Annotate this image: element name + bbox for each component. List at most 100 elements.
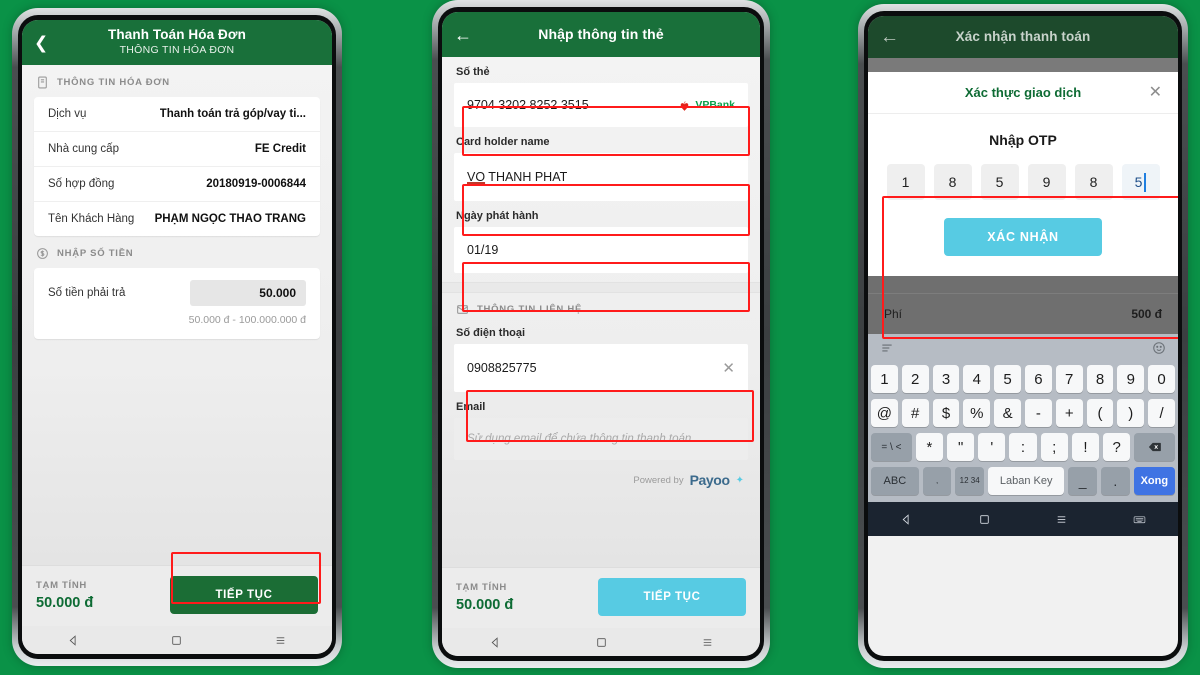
otp-digit-2[interactable]: 8 [933, 164, 972, 200]
phone-mockup-2: ← Nhập thông tin thẻ Số thẻ 9704 3202 82… [432, 0, 770, 668]
key-symbols-toggle[interactable]: = \ < [871, 433, 912, 461]
issue-date-field[interactable]: 01/19 [454, 227, 748, 273]
keyboard-row-3: = \ < * " ' : ; ! ? [868, 430, 1178, 464]
key-hash[interactable]: # [901, 399, 929, 427]
keyboard-row-2: @ # $ % & - + ( ) / [868, 396, 1178, 430]
key-colon[interactable]: : [1009, 433, 1037, 461]
arrow-left-icon[interactable]: ← [880, 28, 899, 47]
phone1-bezel: ❮ Thanh Toán Hóa Đơn THÔNG TIN HÓA ĐƠN T… [18, 15, 336, 659]
confirm-otp-button[interactable]: XÁC NHẬN [944, 218, 1102, 256]
chevron-left-icon[interactable]: ❮ [34, 34, 48, 51]
row-label: Tên Khách Hàng [48, 213, 135, 225]
card-number-field[interactable]: 9704 3202 8252 3515 VPBank [454, 83, 748, 127]
key-numeric-switch[interactable]: 12 34 [955, 467, 985, 495]
section-label-amount: NHẬP SỐ TIỀN [57, 248, 134, 259]
back-triangle-icon[interactable] [489, 636, 502, 649]
otp-dialog-header: Xác thực giao dịch ✕ [868, 72, 1178, 114]
fee-label: Phí [884, 307, 903, 321]
home-square-icon[interactable] [170, 634, 183, 647]
key-question[interactable]: ? [1103, 433, 1131, 461]
key-9[interactable]: 9 [1117, 365, 1145, 393]
close-x-icon[interactable]: ✕ [1149, 84, 1162, 101]
subtotal-amount: 50.000 đ [456, 596, 514, 613]
otp-heading: Nhập OTP [989, 132, 1057, 148]
recents-lines-icon[interactable] [1055, 513, 1068, 526]
home-square-icon[interactable] [595, 636, 608, 649]
phone2-screen: ← Nhập thông tin thẻ Số thẻ 9704 3202 82… [442, 12, 760, 656]
card-holder-value: VO THANH PHAT [467, 170, 567, 184]
phone1-content: THÔNG TIN HÓA ĐƠN Dịch vụ Thanh toán trả… [22, 65, 332, 565]
card-holder-field[interactable]: VO THANH PHAT [454, 153, 748, 201]
key-single-quote[interactable]: ' [978, 433, 1006, 461]
key-at[interactable]: @ [871, 399, 898, 427]
key-dollar[interactable]: $ [932, 399, 960, 427]
fee-value: 500 đ [1131, 307, 1162, 321]
back-triangle-icon[interactable] [900, 513, 913, 526]
otp-input-group[interactable]: 1 8 5 9 8 5 [868, 162, 1178, 200]
amount-range-hint: 50.000 đ - 100.000.000 đ [188, 314, 306, 326]
close-x-icon[interactable]: ✕ [722, 361, 735, 376]
key-0[interactable]: 0 [1148, 365, 1175, 393]
key-paren-open[interactable]: ( [1086, 399, 1114, 427]
phone1-subtotal-block: TẠM TÍNH 50.000 đ [36, 580, 93, 611]
phone2-app-header: ← Nhập thông tin thẻ [442, 12, 760, 57]
email-field[interactable]: Sử dụng email để chứa thông tin thanh to… [454, 418, 748, 460]
hamburger-icon[interactable] [880, 341, 894, 355]
key-percent[interactable]: % [963, 399, 991, 427]
key-comma-settings[interactable]: , [922, 467, 952, 495]
back-triangle-icon[interactable] [67, 634, 80, 647]
smiley-icon[interactable] [1152, 341, 1166, 355]
key-8[interactable]: 8 [1086, 365, 1114, 393]
key-ampersand[interactable]: & [994, 399, 1021, 427]
otp-digit-1[interactable]: 1 [886, 164, 925, 200]
key-1[interactable]: 1 [871, 365, 898, 393]
key-exclamation[interactable]: ! [1071, 433, 1100, 461]
key-period[interactable]: . [1101, 467, 1130, 495]
key-3[interactable]: 3 [932, 365, 960, 393]
key-underscore[interactable]: _ [1068, 467, 1098, 495]
key-slash[interactable]: / [1148, 399, 1175, 427]
key-abc[interactable]: ABC [871, 467, 919, 495]
key-2[interactable]: 2 [901, 365, 929, 393]
phone3-header-titles: Xác nhận thanh toán [868, 29, 1178, 44]
otp-digit-3[interactable]: 5 [980, 164, 1019, 200]
amount-row: Số tiền phải trả 50.000 [34, 268, 320, 312]
otp-digit-4[interactable]: 9 [1027, 164, 1066, 200]
phone3-android-navbar [868, 502, 1178, 536]
amount-label: Số tiền phải trả [48, 287, 126, 299]
phone3-dimmed-content: Phí 500 đ [868, 276, 1178, 334]
issue-date-value: 01/19 [467, 243, 499, 257]
key-4[interactable]: 4 [963, 365, 991, 393]
otp-digit-5[interactable]: 8 [1074, 164, 1113, 200]
arrow-left-icon[interactable]: ← [454, 26, 472, 44]
key-semicolon[interactable]: ; [1040, 433, 1068, 461]
key-spacebar[interactable]: Laban Key [988, 467, 1065, 495]
recents-lines-icon[interactable] [274, 634, 287, 647]
continue-button[interactable]: TIẾP TỤC [170, 576, 318, 614]
key-7[interactable]: 7 [1055, 365, 1083, 393]
key-hyphen[interactable]: - [1025, 399, 1052, 427]
home-square-icon[interactable] [978, 513, 991, 526]
otp-digit-6[interactable]: 5 [1121, 164, 1160, 200]
table-row: Nhà cung cấp FE Credit [34, 132, 320, 167]
key-plus[interactable]: + [1055, 399, 1083, 427]
key-asterisk[interactable]: * [915, 433, 943, 461]
phone-number-field[interactable]: 0908825775 ✕ [454, 344, 748, 392]
dollar-circle-icon [37, 248, 48, 259]
key-paren-close[interactable]: ) [1117, 399, 1145, 427]
table-row: Số hợp đồng 20180919-0006844 [34, 167, 320, 202]
amount-input[interactable]: 50.000 [190, 280, 306, 306]
powered-by-payoo: Powered by Payoo ✦ [442, 460, 760, 498]
key-6[interactable]: 6 [1025, 365, 1052, 393]
backspace-glyph-icon [1148, 442, 1161, 452]
dimmed-ghost-row [868, 276, 1178, 294]
recents-lines-icon[interactable] [701, 636, 714, 649]
invoice-info-card: Dịch vụ Thanh toán trả góp/vay ti... Nhà… [34, 97, 320, 236]
key-double-quote[interactable]: " [947, 433, 975, 461]
continue-button[interactable]: TIẾP TỤC [598, 578, 746, 616]
key-5[interactable]: 5 [994, 365, 1021, 393]
backspace-icon[interactable] [1134, 433, 1176, 461]
keyboard-icon[interactable] [1133, 513, 1146, 526]
card-number-label: Số thẻ [456, 66, 490, 78]
key-done[interactable]: Xong [1133, 467, 1176, 495]
